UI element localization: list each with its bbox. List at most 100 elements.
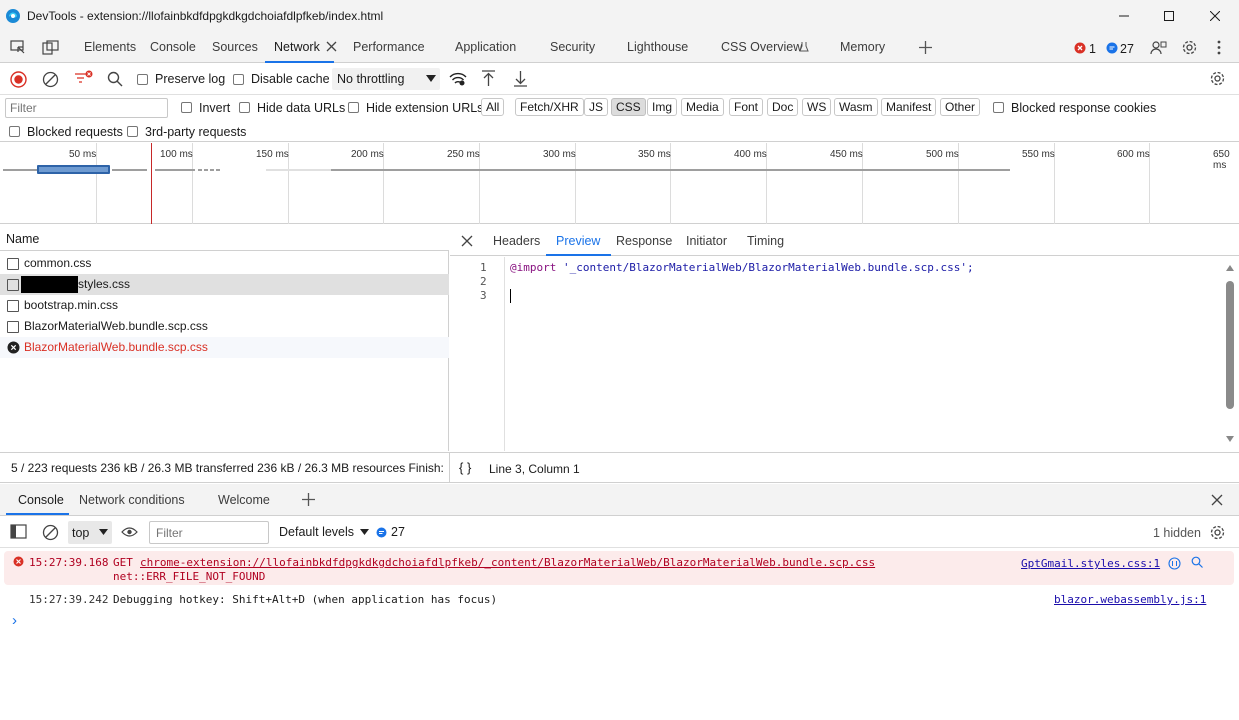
network-request-icon[interactable] — [1168, 557, 1181, 570]
tab-network[interactable]: Network — [265, 32, 334, 63]
tab-performance[interactable]: Performance — [353, 32, 425, 63]
type-filter-media[interactable]: Media — [681, 98, 724, 116]
network-settings-gear-icon[interactable] — [1209, 70, 1226, 87]
record-stop-icon[interactable] — [10, 71, 27, 88]
tab-timing[interactable]: Timing — [747, 225, 784, 255]
disable-cache-checkbox[interactable] — [233, 74, 244, 85]
tab-preview[interactable]: Preview — [545, 225, 613, 256]
type-filter-ws[interactable]: WS — [802, 98, 832, 116]
error-count[interactable]: 1 — [1089, 42, 1096, 56]
scroll-down-icon[interactable] — [1226, 436, 1234, 442]
message-count[interactable]: 27 — [1120, 42, 1134, 56]
throttling-select[interactable]: No throttling — [332, 68, 440, 90]
request-row[interactable]: BlazorMaterialWeb.bundle.scp.css — [0, 316, 449, 337]
type-filter-font[interactable]: Font — [729, 98, 764, 116]
clear-icon[interactable] — [42, 71, 59, 88]
css-file-icon — [7, 258, 19, 270]
close-drawer-icon[interactable] — [1211, 494, 1223, 506]
request-row-selected[interactable]: styles.css — [0, 274, 449, 295]
message-count-icon[interactable] — [1106, 42, 1118, 54]
timeline-tick: 300 ms — [543, 149, 576, 160]
tab-application[interactable]: Application — [455, 32, 516, 63]
error-count-icon[interactable] — [1074, 42, 1086, 54]
search-icon[interactable] — [107, 71, 123, 87]
type-filter-wasm[interactable]: Wasm — [834, 98, 878, 116]
preserve-log-checkbox[interactable] — [137, 74, 148, 85]
blocked-response-cookies-checkbox[interactable] — [993, 102, 1004, 113]
console-error-message[interactable]: 15:27:39.168 GET chrome-extension://llof… — [4, 551, 1234, 585]
more-tools-plus-icon[interactable] — [918, 40, 933, 55]
name-column-header[interactable]: Name — [6, 232, 39, 246]
type-filter-fetch-xhr[interactable]: Fetch/XHR — [515, 98, 584, 116]
minimize-button[interactable] — [1101, 0, 1147, 32]
device-toolbar-icon[interactable] — [42, 40, 59, 55]
tab-css-overview[interactable]: CSS Overview — [721, 32, 802, 63]
tab-sources[interactable]: Sources — [212, 32, 258, 63]
tab-response[interactable]: Response — [616, 225, 672, 255]
line-gutter: 1 2 3 — [450, 257, 505, 451]
tab-security[interactable]: Security — [550, 32, 595, 63]
invert-checkbox[interactable] — [181, 102, 192, 113]
edge-logo-icon — [5, 8, 21, 27]
close-tab-icon[interactable] — [326, 41, 337, 52]
tab-initiator[interactable]: Initiator — [686, 225, 727, 255]
hide-data-urls-checkbox[interactable] — [239, 102, 250, 113]
request-row[interactable]: common.css — [0, 253, 449, 274]
log-levels-dropdown[interactable]: Default levels — [279, 525, 370, 539]
clear-console-icon[interactable] — [42, 524, 59, 541]
vertical-scrollbar[interactable] — [1224, 261, 1236, 445]
timeline-bar-selected — [37, 165, 110, 174]
drawer-tab-welcome[interactable]: Welcome — [218, 493, 270, 507]
console-prompt[interactable]: › — [0, 612, 1239, 634]
info-source-link[interactable]: blazor.webassembly.js:1 — [1054, 593, 1206, 606]
search-network-icon[interactable] — [1191, 556, 1203, 568]
request-list-header[interactable]: Name — [0, 225, 449, 251]
request-row[interactable]: bootstrap.min.css — [0, 295, 449, 316]
network-overview-timeline[interactable]: 50 ms 100 ms 150 ms 200 ms 250 ms 300 ms… — [0, 143, 1239, 224]
export-har-download-icon[interactable] — [513, 70, 528, 87]
pretty-print-button[interactable]: { } — [459, 460, 471, 475]
drawer-tab-console[interactable]: Console — [18, 493, 64, 507]
add-drawer-tab-icon[interactable] — [301, 492, 316, 507]
console-message-count[interactable]: 27 — [391, 525, 405, 539]
tab-headers[interactable]: Headers — [493, 225, 540, 255]
type-filter-doc[interactable]: Doc — [767, 98, 799, 116]
console-filter-input[interactable] — [149, 521, 269, 544]
filter-input[interactable] — [5, 98, 168, 118]
scrollbar-thumb[interactable] — [1226, 281, 1234, 409]
console-settings-gear-icon[interactable] — [1209, 524, 1226, 541]
type-filter-other[interactable]: Other — [940, 98, 981, 116]
tab-elements[interactable]: Elements — [84, 32, 136, 63]
type-filter-all[interactable]: All — [481, 98, 505, 116]
import-har-upload-icon[interactable] — [481, 70, 496, 87]
tab-memory[interactable]: Memory — [840, 32, 885, 63]
scroll-up-icon[interactable] — [1226, 265, 1234, 271]
sidebar-toggle-icon[interactable] — [10, 524, 27, 539]
filter-funnel-icon[interactable] — [74, 70, 94, 88]
type-filter-js[interactable]: JS — [584, 98, 609, 116]
live-expression-eye-icon[interactable] — [121, 526, 138, 538]
type-filter-manifest[interactable]: Manifest — [881, 98, 937, 116]
close-window-button[interactable] — [1192, 0, 1238, 32]
hide-extension-urls-checkbox[interactable] — [348, 102, 359, 113]
tab-lighthouse[interactable]: Lighthouse — [627, 32, 688, 63]
request-row-error[interactable]: BlazorMaterialWeb.bundle.scp.css — [0, 337, 449, 358]
error-url-link[interactable]: chrome-extension://llofainbkdfdpgkdkgdch… — [140, 556, 875, 569]
network-conditions-wifi-icon[interactable] — [449, 71, 467, 87]
settings-gear-icon[interactable] — [1181, 39, 1198, 56]
inspect-element-icon[interactable] — [10, 40, 26, 55]
tab-console[interactable]: Console — [150, 32, 196, 63]
type-filter-img[interactable]: Img — [647, 98, 678, 116]
close-details-icon[interactable] — [461, 235, 473, 247]
console-info-message[interactable]: 15:27:39.242 Debugging hotkey: Shift+Alt… — [4, 589, 1234, 611]
blocked-requests-checkbox[interactable] — [9, 126, 20, 137]
maximize-button[interactable] — [1146, 0, 1192, 32]
third-party-requests-checkbox[interactable] — [127, 126, 138, 137]
context-selector[interactable]: top — [68, 521, 112, 544]
error-source-link[interactable]: GptGmail.styles.css:1 — [1021, 557, 1160, 570]
type-filter-css[interactable]: CSS — [611, 98, 646, 116]
more-options-icon[interactable] — [1217, 40, 1221, 55]
code-line[interactable]: @import '_content/BlazorMaterialWeb/Blaz… — [510, 261, 974, 274]
drawer-tab-network-conditions[interactable]: Network conditions — [79, 493, 185, 507]
customize-people-icon[interactable] — [1150, 40, 1167, 56]
